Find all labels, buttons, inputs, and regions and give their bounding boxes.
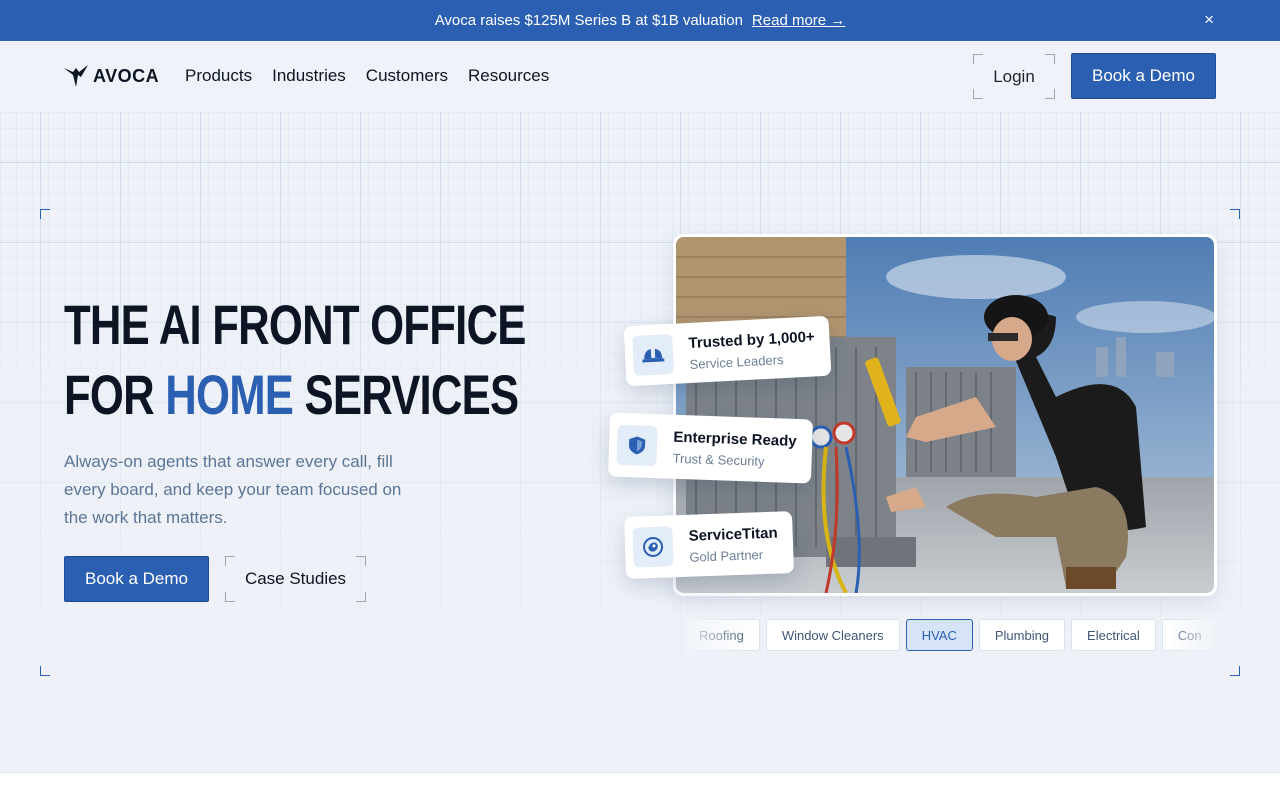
menu-item-industries[interactable]: Industries [272, 66, 346, 86]
servicetitan-logo-icon [632, 526, 674, 568]
hardhat-icon [632, 333, 675, 376]
headline-accent: HOME [165, 363, 294, 426]
headline-line-1: THE AI FRONT OFFICE [64, 293, 526, 356]
enterprise-card-subtitle: Trust & Security [672, 450, 765, 469]
industry-tabs: Roofing Window Cleaners HVAC Plumbing El… [683, 619, 1213, 653]
hero-headline: THE AI FRONT OFFICE FOR HOME SERVICES [64, 290, 526, 430]
trust-card: Trusted by 1,000+ Service Leaders [623, 315, 832, 387]
headline-line-2b: SERVICES [304, 363, 520, 426]
enterprise-card: Enterprise Ready Trust & Security [607, 412, 814, 484]
case-studies-button[interactable]: Case Studies [225, 556, 366, 602]
frame-corner-tl [40, 209, 50, 219]
main-menu: Products Industries Customers Resources [185, 66, 549, 86]
logo-wordmark: AVOCA [93, 65, 160, 86]
trust-card-subtitle: Service Leaders [689, 351, 784, 372]
logo[interactable]: AVOCA [64, 65, 159, 87]
login-button[interactable]: Login [973, 54, 1055, 99]
next-section-edge [0, 772, 1280, 800]
nav-book-demo-button[interactable]: Book a Demo [1071, 53, 1216, 99]
login-label: Login [993, 66, 1035, 86]
industry-tab-window-cleaners[interactable]: Window Cleaners [765, 619, 900, 651]
menu-item-resources[interactable]: Resources [468, 66, 549, 86]
enterprise-card-title: Enterprise Ready [673, 428, 797, 450]
trust-card-title: Trusted by 1,000+ [688, 327, 816, 352]
frame-corner-br [1230, 666, 1240, 676]
frame-corner-bl [40, 666, 50, 676]
hero-section: THE AI FRONT OFFICE FOR HOME SERVICES Al… [0, 112, 1280, 772]
announcement-bar: Avoca raises $125M Series B at $1B valua… [0, 0, 1280, 41]
frame-corner-tr [1230, 209, 1240, 219]
shield-icon [616, 424, 658, 467]
servicetitan-card-subtitle: Gold Partner [689, 546, 764, 565]
industry-tab-electrical[interactable]: Electrical [1071, 619, 1156, 651]
announcement-read-more-link[interactable]: Read more → [752, 12, 845, 29]
servicetitan-card-title: ServiceTitan [688, 524, 778, 545]
menu-item-customers[interactable]: Customers [366, 66, 448, 86]
servicetitan-card: ServiceTitan Gold Partner [623, 511, 795, 579]
industry-tab-roofing[interactable]: Roofing [683, 619, 760, 651]
case-studies-label: Case Studies [244, 569, 347, 588]
close-icon[interactable]: × [1204, 10, 1214, 30]
industry-tab-hvac[interactable]: HVAC [905, 619, 973, 651]
hero-subtitle: Always-on agents that answer every call,… [64, 452, 402, 527]
top-nav: AVOCA Products Industries Customers Reso… [0, 41, 1280, 112]
avoca-logo-icon [64, 65, 88, 87]
industry-tab-plumbing[interactable]: Plumbing [978, 619, 1066, 651]
menu-item-products[interactable]: Products [185, 66, 252, 86]
hero-book-demo-button[interactable]: Book a Demo [64, 556, 209, 602]
industry-tab-construction[interactable]: Con [1161, 619, 1213, 651]
announcement-text: Avoca raises $125M Series B at $1B valua… [434, 12, 743, 29]
headline-line-2a: FOR [64, 363, 155, 426]
